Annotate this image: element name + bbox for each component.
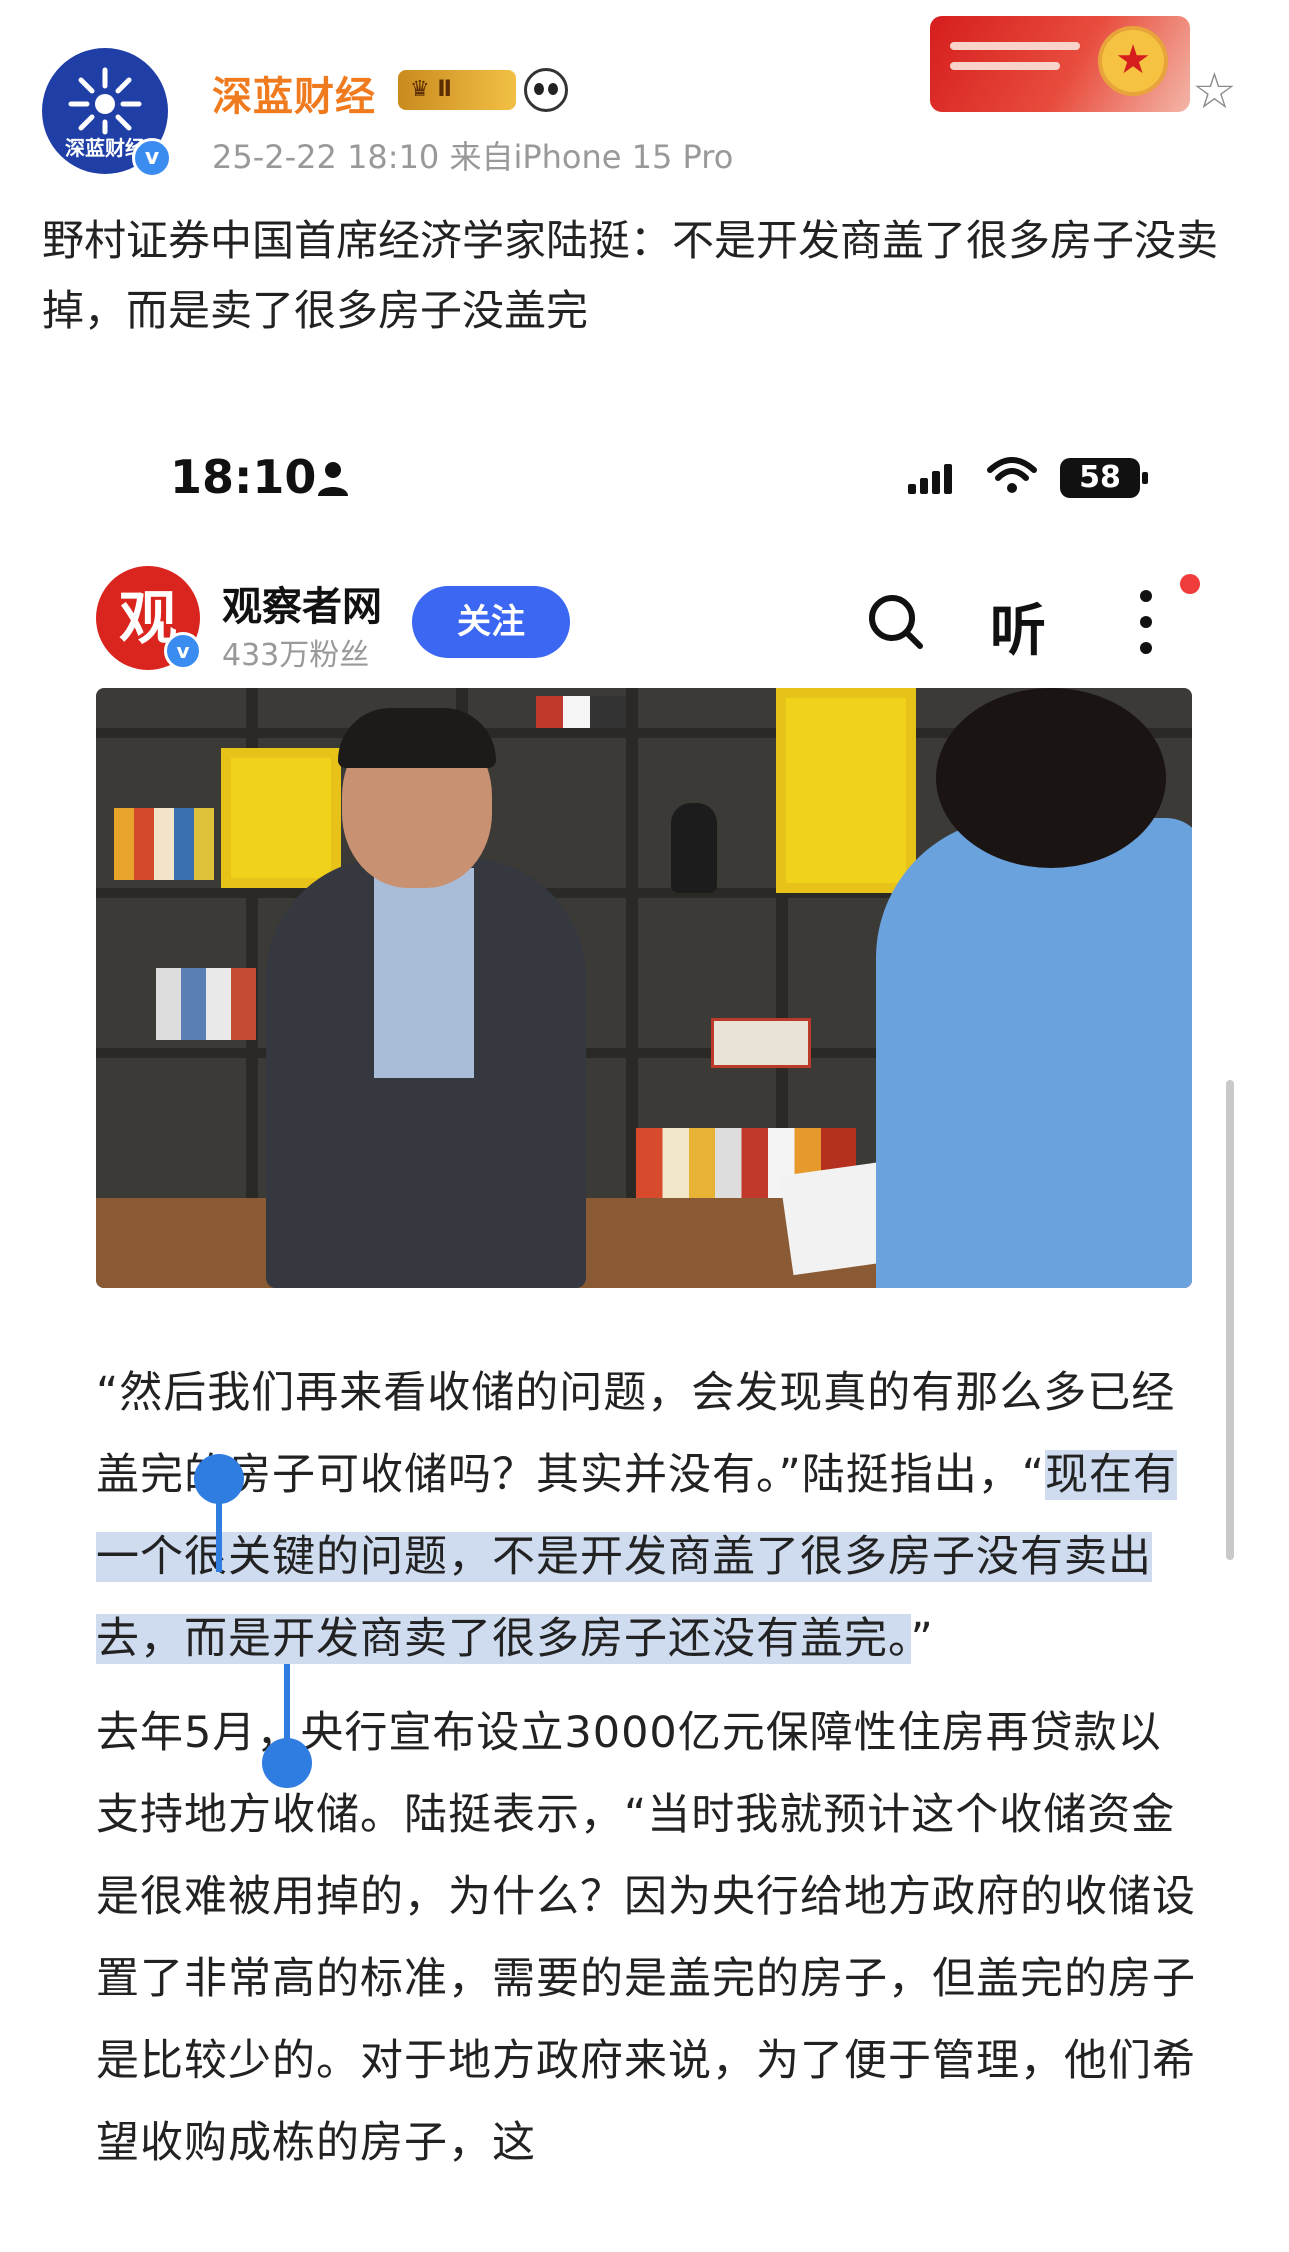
article-body: “然后我们再来看收储的问题，会发现真的有那么多已经盖完的房子可收储吗？其实并没有… [96,1352,1196,2188]
verified-icon: v [164,632,202,670]
post-timestamp: 25-2-22 18:10 [212,138,440,176]
vip-badge[interactable]: ♛ Ⅱ [398,70,516,110]
account-fans: 433万粉丝 [222,638,370,673]
signal-icon [908,464,952,494]
favorite-star-icon[interactable]: ☆ [1192,66,1237,116]
interviewee-hair [338,708,496,768]
post-text: 野村证券中国首席经济学家陆挺：不是开发商盖了很多房子没卖掉，而是卖了很多房子没盖… [42,216,1219,335]
notification-dot [1180,574,1200,594]
interviewee-shirt [374,868,474,1078]
yellow-shelf [221,748,341,888]
person-icon [318,462,348,496]
verified-icon: v [132,138,172,178]
books [156,968,256,1040]
wifi-icon [987,457,1037,493]
battery-icon: 58 [1060,458,1148,498]
quote-close: ” [910,1614,934,1664]
promo-banner[interactable]: ★ [930,16,1190,112]
post-meta: 25-2-22 18:10 来自iPhone 15 Pro [212,132,733,178]
vase [671,803,717,893]
selection-start-handle[interactable] [194,1454,244,1504]
panda-icon[interactable] [524,68,568,112]
sign [711,1018,811,1068]
books [536,696,626,728]
status-time: 18:10 [170,450,317,504]
article-paragraph: “然后我们再来看收储的问题，会发现真的有那么多已经盖完的房子可收储吗？其实并没有… [96,1352,1196,1680]
selection-end-handle[interactable] [262,1738,312,1788]
author-name[interactable]: 深蓝财经 [212,64,376,122]
books [114,808,214,880]
article-photo[interactable] [96,688,1192,1288]
shelf [626,688,638,1198]
interviewer-hair [936,688,1166,868]
follow-button[interactable]: 关注 [412,586,570,658]
yellow-shelf [776,688,916,893]
banner-stripe [950,42,1080,50]
interviewer [876,818,1192,1288]
scrollbar[interactable] [1226,1080,1234,1560]
post-source: 来自iPhone 15 Pro [449,138,734,176]
banner-stripe [950,62,1060,70]
article-paragraph: 去年5月，央行宣布设立3000亿元保障性住房再贷款以支持地方收储。陆挺表示，“当… [96,1708,1196,2168]
account-name[interactable]: 观察者网 [222,574,382,632]
listen-button[interactable]: 听 [990,586,1046,667]
vip-level: Ⅱ [437,77,452,102]
quote-text: “然后我们再来看收储的问题，会发现真的有那么多已经盖完的房子可收储吗？其实并没有… [96,1368,1176,1500]
more-icon[interactable] [1136,586,1156,658]
search-icon[interactable] [864,590,928,654]
emblem-icon: ★ [1098,26,1168,96]
